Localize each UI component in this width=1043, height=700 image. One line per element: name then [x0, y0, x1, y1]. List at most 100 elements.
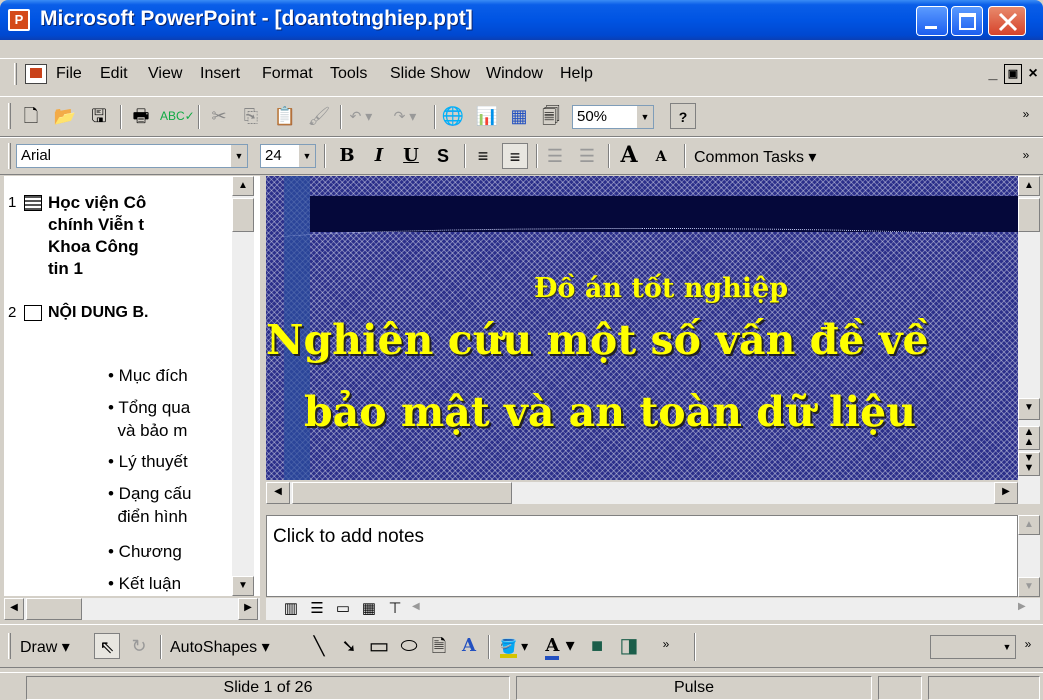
scroll-up-icon[interactable]: ▲	[232, 176, 254, 196]
menu-insert[interactable]: Insert	[200, 65, 240, 83]
slide-pane[interactable]: Đồ án tốt nghiệp Nghiên cứu một số vấn đ…	[266, 176, 1018, 480]
doc-restore-icon[interactable]: ▣	[1004, 64, 1022, 84]
scroll-down-icon[interactable]: ▼	[1018, 577, 1040, 597]
menu-format[interactable]: Format	[262, 65, 313, 83]
scroll-thumb[interactable]	[26, 598, 82, 620]
menu-slide-show[interactable]: Slide Show	[390, 65, 470, 83]
menu-tools[interactable]: Tools	[330, 65, 367, 83]
slide-sorter-icon[interactable]: ▦	[356, 596, 382, 622]
slide-vertical-scrollbar[interactable]: ▲ ▼ ▲ ▲ ▼ ▼	[1018, 176, 1040, 504]
slide-canvas[interactable]: Đồ án tốt nghiệp Nghiên cứu một số vấn đ…	[266, 176, 1018, 480]
close-button[interactable]	[988, 6, 1026, 36]
oval-icon[interactable]: ⬭	[396, 633, 422, 659]
outline-horizontal-scrollbar[interactable]: ◀ ▶	[4, 598, 260, 620]
save-icon[interactable]: 🖫	[86, 103, 112, 129]
toolbar-grip[interactable]	[8, 143, 11, 169]
outline-bullet[interactable]: • Chương	[108, 540, 182, 563]
outline-pane[interactable]: 1 Học viện Cô chính Viễn t Khoa Công tin…	[4, 176, 260, 596]
slide-horizontal-scrollbar[interactable]: ◀ ▶	[266, 482, 1018, 504]
shadow-icon[interactable]: ■	[584, 633, 610, 659]
scroll-left-icon[interactable]: ◀	[4, 598, 24, 620]
insert-chart-icon[interactable]: 📊	[474, 103, 500, 129]
open-icon[interactable]: 📂	[52, 103, 78, 129]
autoshapes-menu-button[interactable]: AutoShapes ▾	[170, 637, 270, 657]
shadow-button[interactable]: S	[430, 143, 456, 169]
outline-bullet[interactable]: • Lý thuyết	[108, 450, 188, 473]
increase-font-icon[interactable]: A	[616, 142, 642, 168]
toolbar-options-icon[interactable]: »	[1016, 101, 1036, 127]
scroll-thumb[interactable]	[292, 482, 512, 504]
outline-vertical-scrollbar[interactable]: ▲ ▼	[232, 176, 254, 596]
slide-title-line-1[interactable]: Nghiên cứu một số vấn đề về	[266, 316, 1018, 364]
chevron-down-icon[interactable]: ▼	[299, 145, 315, 167]
notes-pane[interactable]: Click to add notes	[266, 515, 1018, 597]
minimize-button[interactable]	[916, 6, 948, 36]
menu-window[interactable]: Window	[486, 65, 543, 83]
common-tasks-button[interactable]: Common Tasks ▾	[694, 147, 816, 167]
italic-button[interactable]: I	[366, 143, 392, 169]
scroll-thumb[interactable]	[232, 198, 254, 232]
scroll-thumb[interactable]	[1018, 198, 1040, 232]
cut-icon[interactable]: ✂	[206, 103, 232, 129]
format-painter-icon[interactable]: 🖌	[306, 103, 332, 129]
toolbar-grip[interactable]	[8, 103, 11, 129]
copy-icon[interactable]: ⎘	[238, 103, 264, 129]
align-left-icon[interactable]: ≡	[470, 143, 496, 169]
next-slide-icon[interactable]: ▼ ▼	[1018, 452, 1040, 476]
menu-help[interactable]: Help	[560, 65, 593, 83]
notes-vertical-scrollbar[interactable]: ▲ ▼	[1018, 515, 1040, 597]
outline-bullet[interactable]: và bảo m	[108, 419, 187, 442]
draw-menu-button[interactable]: Draw ▾	[20, 637, 70, 657]
help-icon[interactable]: ?	[670, 103, 696, 129]
font-combo[interactable]: Arial ▼	[16, 144, 248, 168]
scroll-left-icon[interactable]: ◀	[266, 482, 290, 504]
font-color-icon[interactable]: A ▾	[540, 633, 580, 660]
notes-placeholder[interactable]: Click to add notes	[273, 526, 424, 548]
toolbar-options-icon[interactable]: »	[656, 631, 676, 657]
chevron-down-icon[interactable]: ▼	[231, 145, 247, 167]
fill-color-icon[interactable]: 🪣 ▾	[494, 633, 534, 659]
outline-bullet[interactable]: • Tổng qua	[108, 396, 190, 419]
zoom-combo[interactable]: 50% ▼	[572, 105, 654, 129]
slide-title-line-2[interactable]: bảo mật và an toàn dữ liệu	[304, 388, 1018, 436]
text-box-icon[interactable]: 🗎	[426, 633, 452, 659]
rectangle-icon[interactable]: ▭	[366, 633, 392, 659]
scroll-right-icon[interactable]: ▶	[994, 482, 1018, 504]
chevron-down-icon[interactable]: ▼	[999, 636, 1015, 658]
maximize-button[interactable]	[951, 6, 983, 36]
arrow-icon[interactable]: ➘	[336, 633, 362, 659]
empty-toolbar-combo[interactable]: ▼	[930, 635, 1016, 659]
3d-icon[interactable]: ◨	[616, 633, 642, 659]
new-icon[interactable]: 🗋	[18, 103, 44, 129]
align-center-icon[interactable]: ≡	[502, 143, 528, 169]
normal-view-icon[interactable]: ▥	[278, 596, 304, 622]
powerpoint-app-icon[interactable]: P	[8, 9, 30, 31]
menu-edit[interactable]: Edit	[100, 65, 128, 83]
scroll-down-icon[interactable]: ▼	[232, 576, 254, 596]
new-slide-icon[interactable]: 🗐	[538, 103, 564, 129]
scroll-up-icon[interactable]: ▲	[1018, 176, 1040, 196]
free-rotate-icon[interactable]: ↻	[126, 633, 152, 659]
insert-table-icon[interactable]: ▦	[506, 103, 532, 129]
decrease-font-icon[interactable]: A	[648, 144, 674, 170]
doc-close-icon[interactable]: ×	[1024, 64, 1042, 84]
hyperlink-icon[interactable]: 🌐	[440, 103, 466, 129]
title-bar[interactable]: P Microsoft PowerPoint - [doantotnghiep.…	[0, 0, 1043, 40]
scroll-up-icon[interactable]: ▲	[1018, 515, 1040, 535]
bold-button[interactable]: B	[334, 143, 360, 169]
line-icon[interactable]: ╲	[306, 633, 332, 659]
menubar-grip[interactable]	[14, 63, 17, 85]
scroll-left-icon[interactable]: ◀	[412, 601, 420, 612]
print-icon[interactable]: 🖶	[128, 103, 154, 129]
redo-icon[interactable]: ↷ ▾	[392, 103, 418, 129]
select-pointer-icon[interactable]: ⇖	[94, 633, 120, 659]
underline-button[interactable]: U	[398, 143, 424, 169]
outline-bullet[interactable]: • Kết luận	[108, 572, 181, 595]
scroll-right-icon[interactable]: ▶	[238, 598, 258, 620]
font-size-combo[interactable]: 24 ▼	[260, 144, 316, 168]
slide-subtitle[interactable]: Đồ án tốt nghiệp	[266, 273, 1018, 304]
bullets-icon[interactable]: ☰	[574, 143, 600, 169]
slide-view-icon[interactable]: ▭	[330, 596, 356, 622]
spelling-icon[interactable]: ABC✓	[160, 103, 195, 129]
outline-bullet[interactable]: điển hình	[108, 505, 187, 528]
